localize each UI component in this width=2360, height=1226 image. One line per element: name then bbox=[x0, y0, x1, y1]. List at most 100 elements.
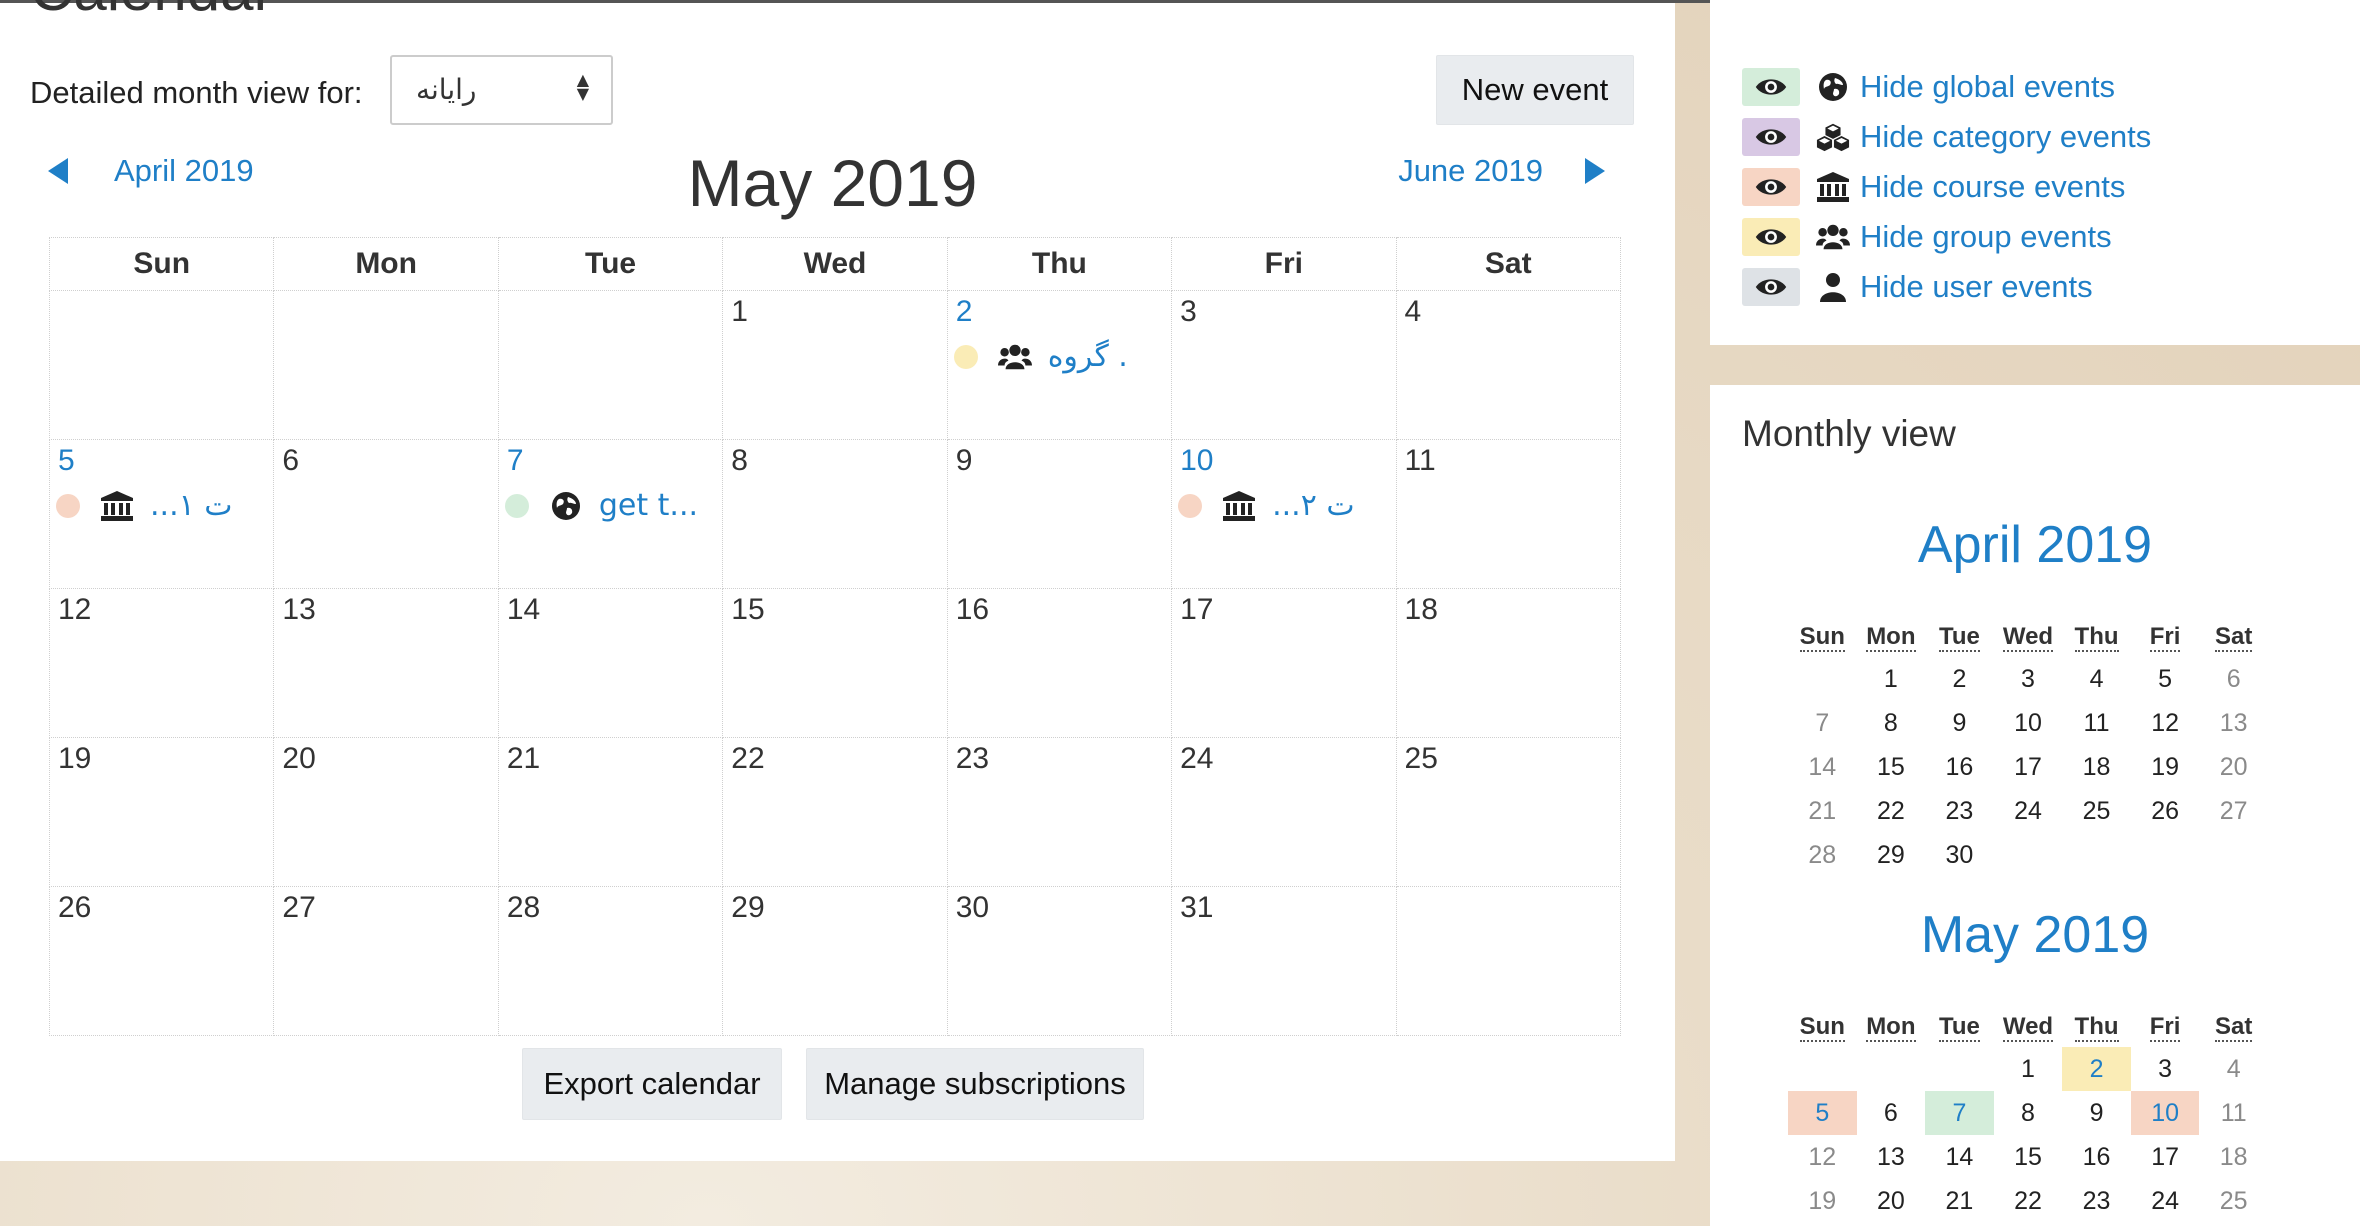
day-number: 6 bbox=[282, 444, 300, 477]
new-event-button[interactable]: New event bbox=[1436, 55, 1634, 125]
day-cell-15[interactable]: 15 bbox=[722, 588, 948, 738]
day-cell-17[interactable]: 17 bbox=[1171, 588, 1397, 738]
day-cell-20[interactable]: 20 bbox=[273, 737, 499, 887]
mini-weekday-abbr: Wed bbox=[2002, 1013, 2054, 1042]
day-cell-21[interactable]: 21 bbox=[497, 737, 724, 887]
mini-day-15: 15 bbox=[1876, 752, 1905, 781]
day-cell-12[interactable]: 12 bbox=[48, 588, 275, 738]
mini-day-2: 2 bbox=[1952, 664, 1967, 693]
toggle-category-visibility[interactable] bbox=[1742, 118, 1800, 156]
next-month-link[interactable]: June 2019 bbox=[1398, 153, 1605, 189]
day-cell-26[interactable]: 26 bbox=[48, 886, 275, 1036]
weekday-header-mon: Mon bbox=[273, 237, 499, 291]
day-cell-25[interactable]: 25 bbox=[1395, 737, 1622, 887]
day-cell-19[interactable]: 19 bbox=[48, 737, 275, 887]
day-number: 24 bbox=[1180, 742, 1214, 775]
mini-day-25: 25 bbox=[2219, 1186, 2248, 1215]
day-cell-9[interactable]: 9 bbox=[946, 439, 1173, 589]
mini-day-6: 6 bbox=[1883, 1098, 1898, 1127]
filter-course-events[interactable]: Hide course events bbox=[1742, 168, 2125, 206]
mini-day-17: 17 bbox=[2151, 1142, 2179, 1171]
filter-label[interactable]: Hide user events bbox=[1860, 269, 2093, 305]
mini-day-27: 27 bbox=[2219, 796, 2248, 825]
filter-global-events[interactable]: Hide global events bbox=[1742, 68, 2115, 106]
mini-weekday-header: Fri bbox=[2131, 617, 2200, 657]
mini-weekday-abbr: Wed bbox=[2002, 623, 2054, 652]
day-number: 13 bbox=[282, 593, 316, 626]
event-name[interactable]: گروه . bbox=[1048, 339, 1128, 374]
mini-day-21: 21 bbox=[1945, 1186, 1974, 1215]
day-cell-4[interactable]: 4 bbox=[1395, 290, 1622, 440]
day-cell-30[interactable]: 30 bbox=[946, 886, 1173, 1036]
filter-label[interactable]: Hide category events bbox=[1860, 119, 2151, 155]
mini-empty-day bbox=[2062, 833, 2131, 877]
day-cell-28[interactable]: 28 bbox=[497, 886, 724, 1036]
day-cell-29[interactable]: 29 bbox=[722, 886, 948, 1036]
filter-label[interactable]: Hide group events bbox=[1860, 219, 2112, 255]
calendar-event-group[interactable]: گروه . bbox=[953, 339, 1128, 374]
filter-group-events[interactable]: Hide group events bbox=[1742, 218, 2112, 256]
toggle-course-visibility[interactable] bbox=[1742, 168, 1800, 206]
day-cell-7[interactable]: 7 get t... bbox=[497, 439, 724, 589]
calendar-event-global[interactable]: get t... bbox=[504, 488, 698, 523]
day-cell-13[interactable]: 13 bbox=[273, 588, 499, 738]
mini-day-7[interactable]: 7 bbox=[1925, 1091, 1994, 1135]
filter-user-events[interactable]: Hide user events bbox=[1742, 268, 2093, 306]
mini-weekday-header: Fri bbox=[2131, 1007, 2200, 1047]
calendar-event-course[interactable]: ...ت ۲ bbox=[1178, 488, 1355, 523]
users-icon bbox=[1816, 221, 1850, 253]
day-cell-10[interactable]: 10 ...ت ۲ bbox=[1171, 439, 1397, 589]
day-cell-24[interactable]: 24 bbox=[1171, 737, 1397, 887]
day-number: 11 bbox=[1404, 444, 1436, 477]
manage-subscriptions-button[interactable]: Manage subscriptions bbox=[806, 1048, 1144, 1120]
course-select[interactable]: رایانه ▲ ▼ bbox=[390, 55, 613, 125]
event-name[interactable]: ...ت ۱ bbox=[150, 488, 233, 523]
event-name[interactable]: ...ت ۲ bbox=[1272, 488, 1355, 523]
day-cell-31[interactable]: 31 bbox=[1171, 886, 1397, 1036]
mini-weekday-header: Thu bbox=[2062, 1007, 2131, 1047]
day-number[interactable]: 10 bbox=[1180, 444, 1213, 478]
calendar-event-course[interactable]: ...ت ۱ bbox=[56, 488, 233, 523]
day-cell-18[interactable]: 18 bbox=[1395, 588, 1622, 738]
mini-day-2[interactable]: 2 bbox=[2062, 1047, 2131, 1091]
toggle-global-visibility[interactable] bbox=[1742, 68, 1800, 106]
day-cell-11[interactable]: 11 bbox=[1395, 439, 1622, 589]
mini-day-19: 19 bbox=[2151, 752, 2179, 781]
globe-icon bbox=[1816, 71, 1850, 103]
day-cell-6[interactable]: 6 bbox=[273, 439, 499, 589]
export-calendar-button[interactable]: Export calendar bbox=[522, 1048, 782, 1120]
day-cell-16[interactable]: 16 bbox=[946, 588, 1173, 738]
day-cell-8[interactable]: 8 bbox=[722, 439, 948, 589]
toggle-group-visibility[interactable] bbox=[1742, 218, 1800, 256]
day-cell-27[interactable]: 27 bbox=[273, 886, 499, 1036]
day-number: 28 bbox=[506, 891, 541, 924]
mini-day-5[interactable]: 5 bbox=[1788, 1091, 1857, 1135]
day-cell-22[interactable]: 22 bbox=[722, 737, 948, 887]
day-cell-5[interactable]: 5 ...ت ۱ bbox=[48, 439, 275, 589]
mini-day-4: 4 bbox=[2226, 1054, 2241, 1083]
day-cell-23[interactable]: 23 bbox=[946, 737, 1173, 887]
weekday-header-tue: Tue bbox=[497, 237, 724, 291]
day-cell-2[interactable]: 2 گروه . bbox=[946, 290, 1173, 440]
day-cell-3[interactable]: 3 bbox=[1171, 290, 1397, 440]
filter-category-events[interactable]: Hide category events bbox=[1742, 118, 2151, 156]
filter-label[interactable]: Hide course events bbox=[1860, 169, 2125, 205]
mini-day-8: 8 bbox=[1883, 708, 1898, 737]
mini-month-title[interactable]: April 2019 bbox=[1710, 515, 2360, 575]
mini-empty-day bbox=[2131, 833, 2200, 877]
day-number[interactable]: 2 bbox=[956, 295, 973, 329]
day-number: 9 bbox=[955, 444, 973, 477]
day-number[interactable]: 7 bbox=[507, 444, 524, 478]
toggle-user-visibility[interactable] bbox=[1742, 268, 1800, 306]
mini-day-10: 10 bbox=[2014, 708, 2042, 737]
mini-day-1: 1 bbox=[1883, 664, 1898, 693]
day-cell-14[interactable]: 14 bbox=[497, 588, 724, 738]
mini-month-title[interactable]: May 2019 bbox=[1710, 905, 2360, 965]
day-number[interactable]: 5 bbox=[58, 444, 75, 478]
filter-label[interactable]: Hide global events bbox=[1860, 69, 2115, 105]
day-cell-1[interactable]: 1 bbox=[722, 290, 948, 440]
eye-icon bbox=[1754, 76, 1788, 98]
mini-day-10[interactable]: 10 bbox=[2130, 1091, 2200, 1135]
event-name[interactable]: get t... bbox=[599, 488, 698, 523]
arrow-right-icon bbox=[1585, 158, 1605, 184]
